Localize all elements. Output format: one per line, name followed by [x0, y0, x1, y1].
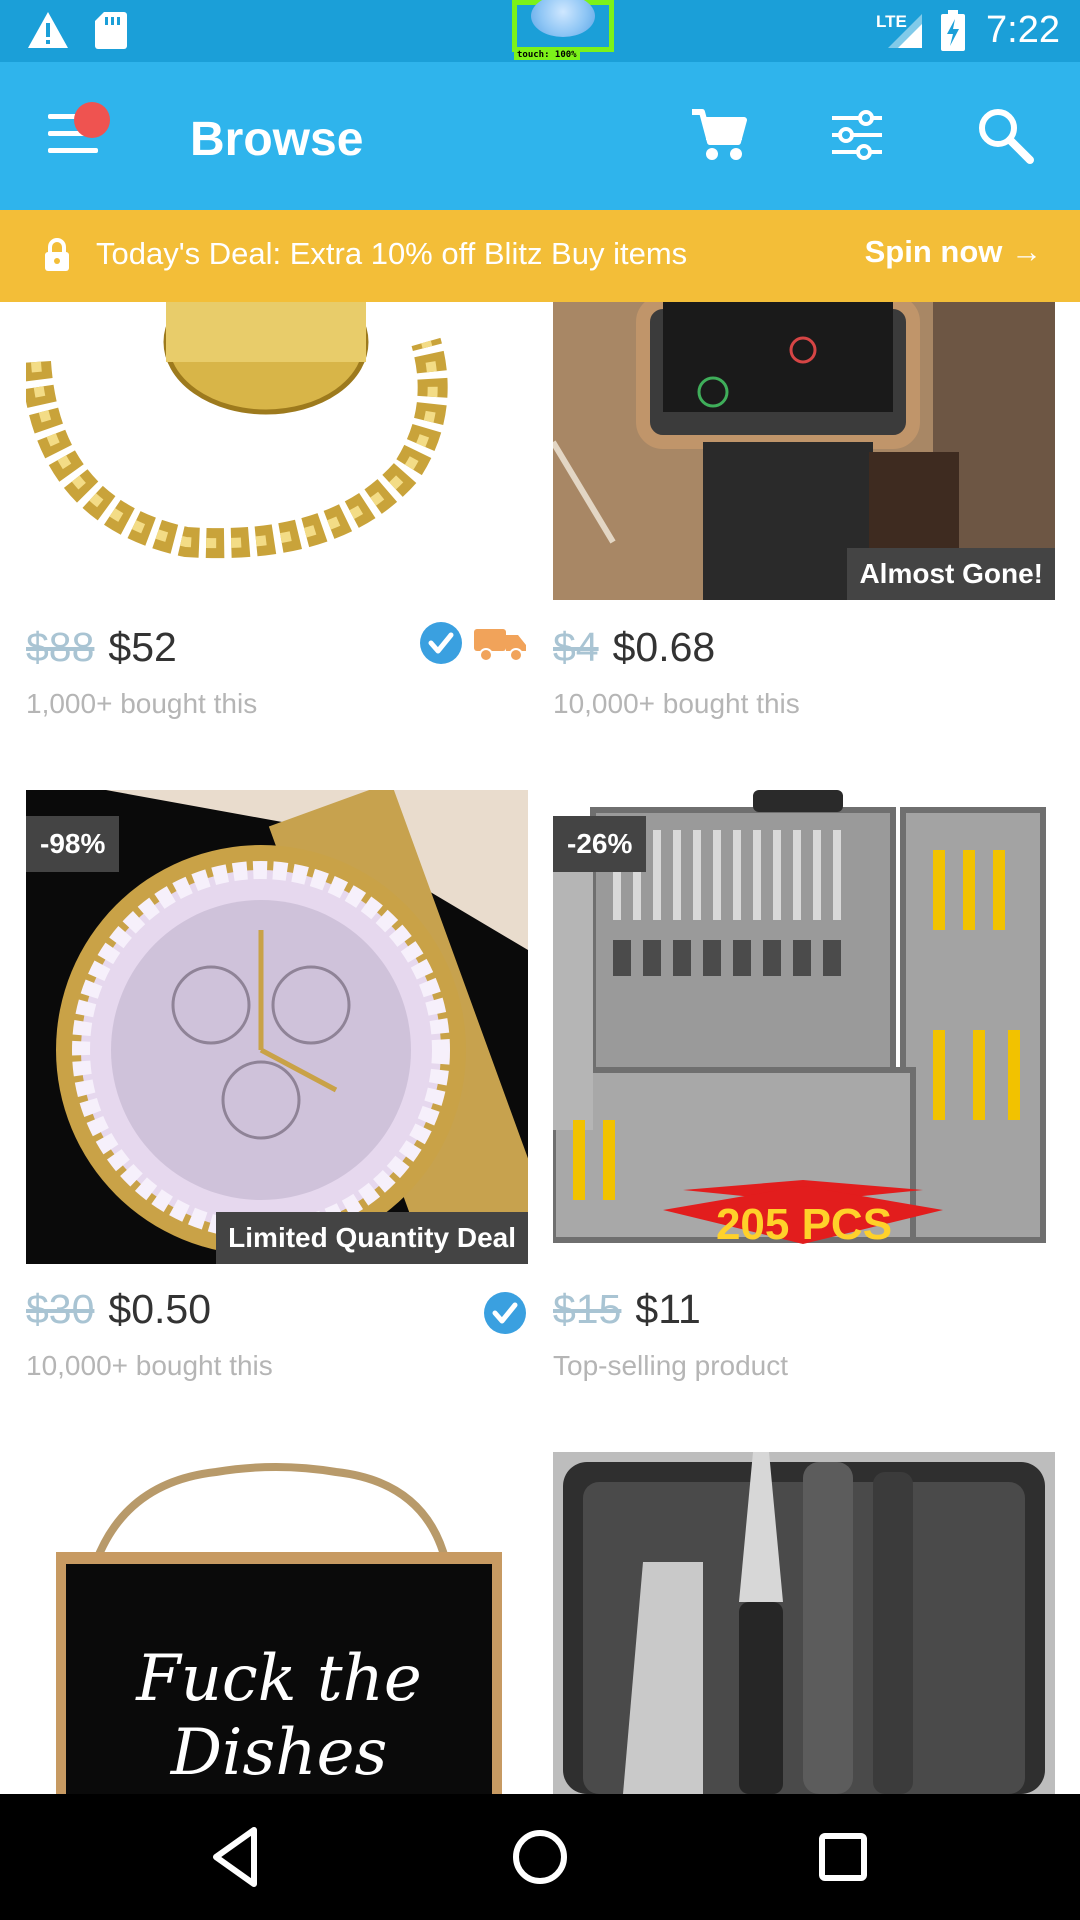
product-image: [553, 1452, 1055, 1794]
product-image: Almost Gone!: [553, 302, 1055, 600]
lock-icon: [45, 238, 69, 271]
filter-icon[interactable]: [826, 104, 888, 166]
recents-icon[interactable]: [808, 1822, 878, 1892]
touch-label: touch: 100%: [514, 50, 580, 60]
product-card[interactable]: [553, 1452, 1055, 1794]
page-title: Browse: [190, 113, 364, 166]
original-price: $88: [26, 624, 95, 670]
price-row: $88 $52: [26, 624, 177, 671]
touch-point: [531, 0, 595, 37]
original-price: $30: [26, 1286, 95, 1332]
product-image: 205 PCS -26%: [553, 790, 1055, 1264]
sales-count: 10,000+ bought this: [26, 1350, 273, 1381]
product-note: Top-selling product: [553, 1350, 789, 1381]
product-grid: $88 $52 1,000+ bought this Almost Gone! …: [0, 302, 1080, 1794]
product-image: Fuck the Dishes: [26, 1452, 528, 1794]
image-caption: 205 PCS: [715, 1200, 893, 1249]
app-bar: Browse: [0, 62, 1080, 210]
deal-tag: Limited Quantity Deal: [216, 1212, 528, 1264]
sale-price: $0.68: [612, 624, 716, 670]
product-card[interactable]: Fuck the Dishes: [26, 1452, 528, 1794]
product-card[interactable]: $88 $52 1,000+ bought this: [26, 302, 528, 762]
price-row: $4 $0.68: [553, 624, 715, 671]
home-icon[interactable]: [505, 1822, 575, 1892]
search-icon[interactable]: [974, 104, 1036, 166]
discount-badge: -26%: [553, 816, 647, 872]
cart-icon[interactable]: [688, 104, 750, 166]
badges: [418, 620, 528, 666]
system-nav-bar: [0, 1794, 1080, 1920]
signal-icon: [888, 14, 922, 48]
sales-count: 10,000+ bought this: [553, 688, 800, 719]
price-row: $30 $0.50: [26, 1286, 211, 1333]
product-image: -98% Limited Quantity Deal: [26, 790, 528, 1264]
sale-price: $11: [635, 1286, 701, 1332]
verified-badge-icon: [419, 622, 462, 664]
badges: [482, 1290, 528, 1341]
stock-tag: Almost Gone!: [847, 548, 1055, 600]
fast-shipping-icon: [474, 629, 526, 662]
battery-charging-icon: [941, 10, 965, 51]
sale-price: $52: [108, 624, 177, 670]
original-price: $4: [553, 624, 599, 670]
price-row: $15 $11: [553, 1286, 701, 1333]
verified-badge-icon: [484, 1292, 526, 1334]
status-bar: touch: 100% LTE 7:22: [0, 0, 1080, 62]
sd-card-icon: [95, 12, 127, 49]
spin-now-link[interactable]: Spin now →: [865, 234, 1042, 270]
product-image: [26, 302, 528, 600]
sign-text: Fuck the Dishes: [136, 1642, 422, 1790]
product-card[interactable]: 205 PCS -26% $15 $11 Top-selling product: [553, 790, 1055, 1430]
product-card[interactable]: Almost Gone! $4 $0.68 10,000+ bought this: [553, 302, 1055, 762]
deal-text: Today's Deal: Extra 10% off Blitz Buy it…: [96, 236, 688, 271]
deal-banner[interactable]: Today's Deal: Extra 10% off Blitz Buy it…: [0, 210, 1080, 302]
product-card[interactable]: -98% Limited Quantity Deal $30 $0.50 10,0…: [26, 790, 528, 1430]
warning-icon: [28, 12, 68, 48]
sale-price: $0.50: [108, 1286, 212, 1332]
original-price: $15: [553, 1286, 622, 1332]
back-icon[interactable]: [202, 1822, 272, 1892]
discount-badge: -98%: [26, 816, 120, 872]
clock: 7:22: [986, 9, 1060, 51]
notification-dot: [74, 102, 110, 138]
sales-count: 1,000+ bought this: [26, 688, 258, 719]
touch-indicator: [512, 0, 614, 52]
